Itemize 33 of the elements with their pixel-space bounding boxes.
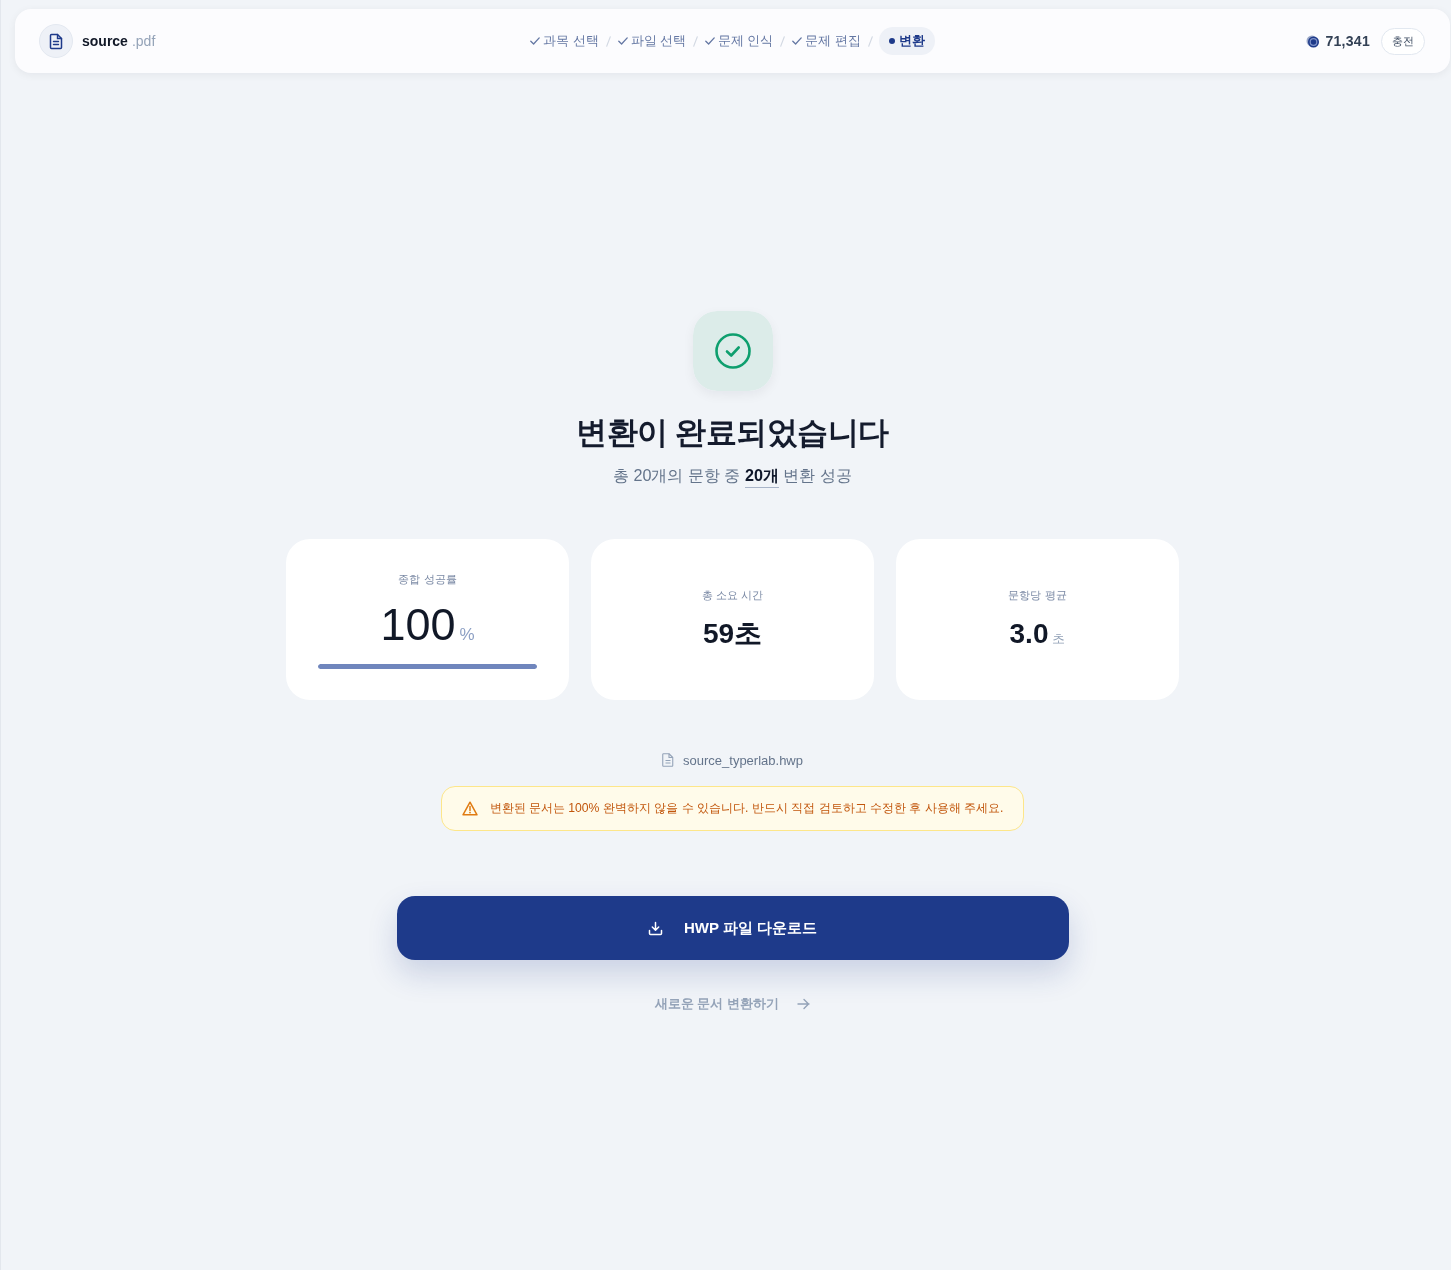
check-circle-icon: [692, 311, 773, 391]
separator-icon: [693, 35, 698, 47]
stat-label: 총 소요 시간: [701, 588, 764, 603]
warning-text: 변환된 문서는 100% 완벽하지 않을 수 있습니다. 반드시 직접 검토하고 수정한 후 사용해 주세요.: [489, 800, 1004, 817]
output-file-name: source_typerlab.hwp: [683, 752, 803, 768]
stat-value: 59초: [702, 617, 763, 651]
stat-label: 종합 성공률: [398, 571, 457, 587]
charge-button[interactable]: 충전: [1381, 27, 1425, 55]
result-title: 변환이 완료되었습니다: [576, 414, 889, 451]
step-tab[interactable]: 문제 인식: [704, 27, 775, 55]
separator-icon: [780, 35, 786, 47]
file-extension: .pdf: [131, 33, 156, 49]
warning-icon: [461, 801, 478, 816]
step-tab[interactable]: 과목 선택: [529, 27, 600, 55]
file-name: source: [82, 33, 128, 49]
stat-value: 100: [380, 599, 456, 650]
step-tab[interactable]: 파일 선택: [616, 27, 687, 55]
credit-balance: 71,341: [1325, 33, 1370, 49]
download-icon: [647, 920, 663, 936]
stat-unit: %: [459, 624, 475, 645]
result-summary: 총 20개의 문항 중 20개 변환 성공: [613, 463, 852, 491]
arrow-right-icon: [797, 998, 811, 1010]
stat-label: 문항당 평균: [1008, 588, 1067, 603]
document-icon: [39, 24, 73, 58]
download-button[interactable]: HWP 파일 다운로드: [396, 896, 1069, 960]
stat-value: 3.0: [1009, 617, 1049, 651]
separator-icon: [605, 35, 611, 47]
file-icon: [662, 753, 674, 767]
coin-icon: [1306, 34, 1321, 48]
step-tab[interactable]: 변환: [878, 27, 935, 55]
stat-unit: 초: [1052, 630, 1066, 648]
step-tab[interactable]: 문제 편집: [791, 27, 862, 55]
separator-icon: [867, 35, 873, 47]
